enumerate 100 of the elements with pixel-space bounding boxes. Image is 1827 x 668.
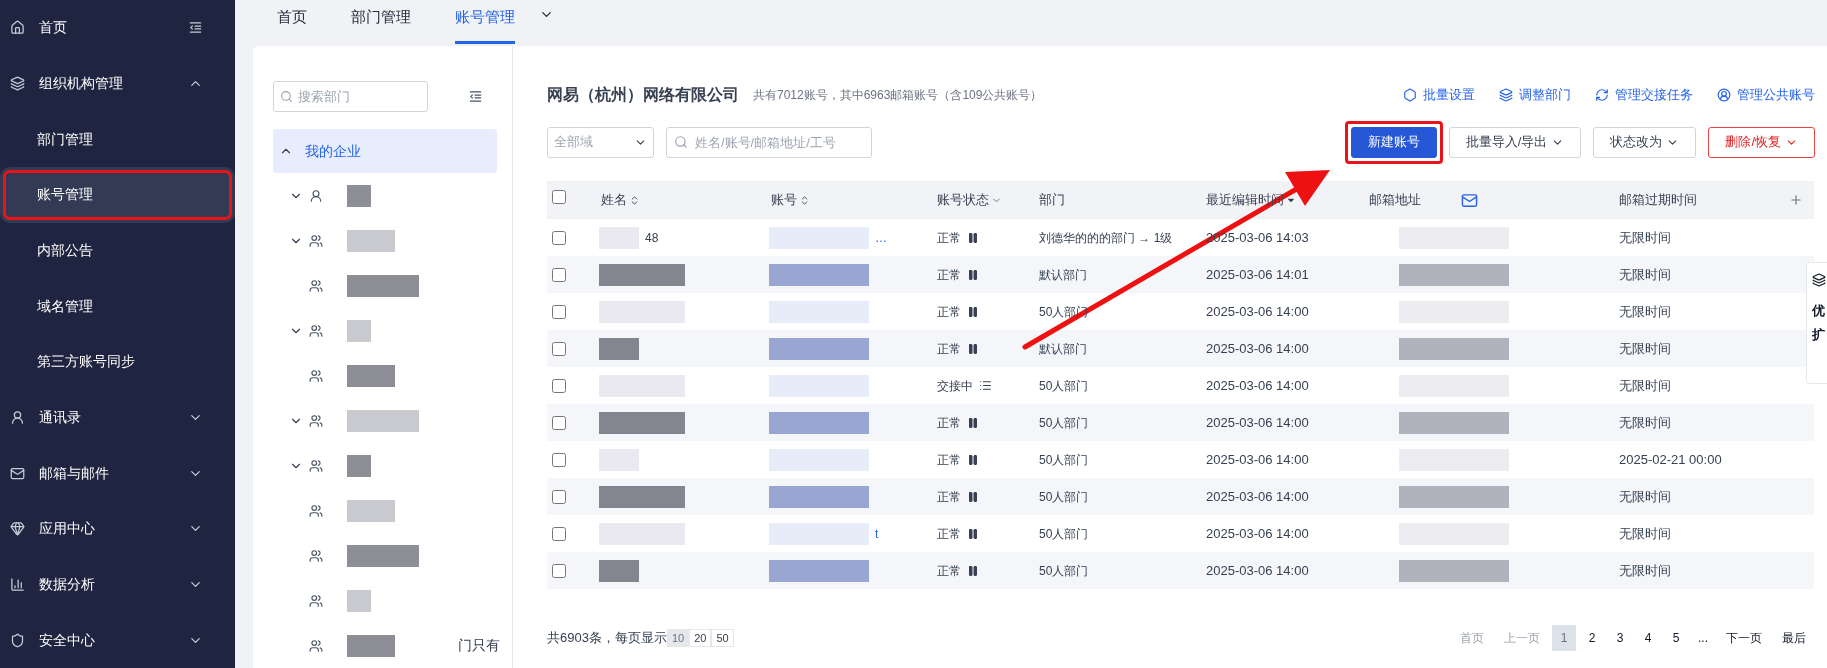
toolbar-link[interactable]: 调整部门: [1499, 85, 1571, 105]
sidebar-item[interactable]: 内部公告: [0, 222, 235, 279]
sidebar-item[interactable]: 部门管理: [0, 111, 235, 167]
account-text[interactable]: …: [875, 228, 887, 247]
row-checkbox[interactable]: [552, 415, 566, 430]
menu-icon: [10, 410, 25, 426]
sidebar-label: 应用中心: [39, 519, 96, 539]
pause-icon[interactable]: [967, 564, 979, 577]
toolbar-link[interactable]: 批量设置: [1403, 85, 1475, 105]
page-nav-button[interactable]: 最后: [1774, 625, 1814, 651]
status-text: 正常: [937, 525, 961, 543]
group-icon: [309, 278, 323, 293]
row-checkbox[interactable]: [552, 452, 566, 467]
sidebar-item[interactable]: 账号管理: [0, 167, 235, 223]
pause-icon[interactable]: [967, 453, 979, 466]
column-header[interactable]: 账号: [771, 190, 797, 210]
row-checkbox[interactable]: [552, 341, 566, 356]
column-header: 邮箱地址: [1369, 191, 1421, 210]
pause-icon[interactable]: [967, 490, 979, 503]
page-button[interactable]: 2: [1580, 625, 1604, 651]
select-all-checkbox[interactable]: [552, 190, 566, 205]
page-size-option[interactable]: 10: [666, 629, 690, 647]
tree-item[interactable]: 我的企业: [273, 129, 497, 173]
collapse-menu-icon[interactable]: [188, 20, 203, 36]
expiry-text: 无限时间: [1619, 340, 1671, 356]
status-text: 正常: [937, 562, 961, 580]
sidebar-label: 数据分析: [39, 575, 96, 595]
sort-icon[interactable]: [799, 194, 810, 206]
row-checkbox[interactable]: [552, 563, 566, 578]
tab[interactable]: 首页: [277, 0, 307, 44]
search-field[interactable]: 姓名/账号/邮箱地址/工号: [666, 126, 872, 158]
page-button[interactable]: 1: [1552, 625, 1576, 651]
pause-icon[interactable]: [967, 416, 979, 429]
page-button[interactable]: 5: [1664, 625, 1688, 651]
collapse-tree-icon[interactable]: [468, 89, 483, 104]
redacted-block: [599, 559, 639, 582]
action-button[interactable]: 新建账号: [1350, 126, 1437, 158]
page-button[interactable]: 3: [1608, 625, 1632, 651]
group-icon: [309, 503, 323, 518]
pause-icon[interactable]: [967, 342, 979, 355]
row-checkbox[interactable]: [552, 489, 566, 504]
department-text: 50人部门: [1039, 415, 1089, 430]
expiry-text: 无限时间: [1619, 525, 1671, 541]
row-checkbox[interactable]: [552, 230, 566, 245]
mail-icon[interactable]: [1461, 191, 1478, 209]
sort-icon[interactable]: [629, 194, 640, 206]
sidebar-item[interactable]: 域名管理: [0, 278, 235, 335]
column-header: 邮箱过期时间: [1619, 191, 1697, 210]
edited-time: 2025-03-06 14:01: [1206, 266, 1309, 282]
list-icon[interactable]: [979, 379, 992, 392]
department-text: 默认部门: [1039, 341, 1087, 356]
column-header[interactable]: 姓名: [601, 190, 627, 210]
sidebar-item[interactable]: 首页: [0, 0, 235, 56]
sidebar-item[interactable]: 应用中心: [0, 501, 235, 557]
group-icon: [309, 413, 323, 428]
sidebar-item[interactable]: 第三方账号同步: [0, 334, 235, 390]
pause-icon[interactable]: [967, 231, 979, 244]
tree-label: 我的企业: [305, 141, 361, 161]
page-size-option[interactable]: 50: [711, 629, 734, 647]
expiry-text: 无限时间: [1619, 562, 1671, 578]
sidebar-item[interactable]: 组织机构管理: [0, 55, 235, 112]
sidebar-item[interactable]: 数据分析: [0, 556, 235, 613]
expiry-text: 无限时间: [1619, 377, 1671, 393]
page-nav-button[interactable]: 下一页: [1718, 625, 1770, 651]
pause-icon[interactable]: [967, 268, 979, 281]
action-button[interactable]: 批量导入/导出: [1448, 126, 1582, 158]
action-button[interactable]: 状态改为: [1593, 126, 1697, 158]
page-button[interactable]: 4: [1636, 625, 1660, 651]
edited-time: 2025-03-06 14:00: [1206, 303, 1309, 319]
floating-widget[interactable]: 优 扩: [1806, 262, 1827, 384]
search-field[interactable]: 搜索部门: [273, 81, 428, 112]
toolbar-link[interactable]: 管理交接任务: [1595, 85, 1693, 105]
page-size-option[interactable]: 20: [689, 629, 712, 647]
action-button[interactable]: 删除/恢复: [1708, 126, 1815, 158]
row-checkbox[interactable]: [552, 267, 566, 282]
edited-time: 2025-03-06 14:00: [1206, 340, 1309, 356]
department-text: 50人部门: [1039, 526, 1089, 541]
redacted-block: [347, 454, 371, 477]
row-checkbox[interactable]: [552, 378, 566, 393]
sidebar-item[interactable]: 安全中心: [0, 612, 235, 668]
row-checkbox[interactable]: [552, 304, 566, 319]
redacted-block: [347, 589, 371, 612]
account-text[interactable]: t: [875, 524, 879, 543]
department-text: 50人部门: [1039, 489, 1089, 504]
pause-icon[interactable]: [967, 305, 979, 318]
sidebar-item[interactable]: 邮箱与邮件: [0, 445, 235, 502]
status-text: 正常: [937, 414, 961, 432]
redacted-block: [347, 319, 371, 342]
sidebar-label: 首页: [39, 18, 68, 38]
toolbar-link[interactable]: 管理公共账号: [1717, 85, 1815, 105]
link-icon: [1403, 88, 1417, 102]
column-header[interactable]: 账号状态: [937, 190, 989, 210]
sidebar-item[interactable]: 通讯录: [0, 389, 235, 446]
search-icon: [674, 134, 688, 149]
tab[interactable]: 部门管理: [351, 0, 411, 44]
search-icon: [280, 90, 293, 103]
pause-icon[interactable]: [967, 527, 979, 540]
row-checkbox[interactable]: [552, 526, 566, 541]
tree-label: 门只有: [458, 636, 500, 655]
expiry-text: 无限时间: [1619, 414, 1671, 430]
